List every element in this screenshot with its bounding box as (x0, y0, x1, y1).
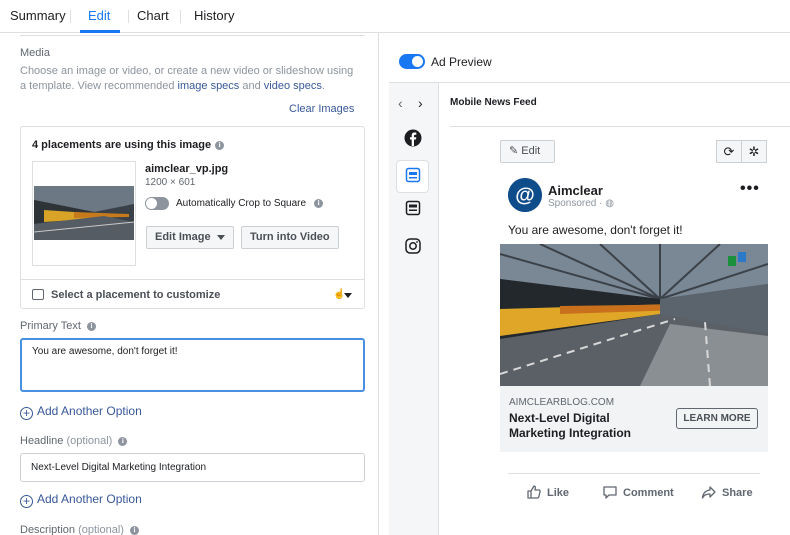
image-thumbnail-frame[interactable] (32, 161, 136, 266)
description-label-text: Description (20, 524, 76, 535)
headline-label-text: Headline (20, 435, 64, 447)
chevron-down-icon (344, 293, 352, 298)
pencil-icon: ✎ (509, 145, 519, 157)
tab-separator (128, 10, 129, 23)
comment-icon (603, 486, 617, 499)
more-options-icon[interactable]: ••• (740, 180, 760, 198)
section-divider (20, 35, 365, 36)
placement-selector[interactable]: Select a placement to customize ☝ (21, 279, 364, 309)
image-card-header-text: 4 placements are using this image (32, 139, 212, 151)
preview-divider (389, 82, 790, 83)
comment-label: Comment (623, 487, 674, 499)
image-card: 4 placements are using this image i aimcl… (20, 126, 365, 309)
turn-into-video-button[interactable]: Turn into Video (241, 226, 339, 249)
media-description: Choose an image or video, or create a ne… (20, 64, 360, 94)
tab-chart[interactable]: Chart (137, 8, 169, 23)
plus-icon: + (20, 495, 33, 508)
story-placement-icon[interactable] (405, 200, 421, 216)
sponsored-label: Sponsored · ◍ (548, 198, 614, 209)
headline-label: Headline (optional) i (20, 435, 128, 447)
headline-input[interactable]: Next-Level Digital Marketing Integration (20, 453, 365, 482)
chevron-left-icon[interactable]: ‹ (398, 95, 403, 111)
image-specs-link[interactable]: image specs (178, 80, 240, 92)
link-domain: AIMCLEARBLOG.COM (509, 397, 615, 408)
link-headline: Next-Level Digital Marketing Integration (509, 411, 632, 440)
add-another-option-button[interactable]: + Add Another Option (20, 404, 142, 420)
clear-images-link[interactable]: Clear Images (289, 103, 354, 115)
add-another-option-button[interactable]: + Add Another Option (20, 492, 142, 508)
image-card-header: 4 placements are using this image i (32, 139, 225, 151)
auto-crop-label-text: Automatically Crop to Square (176, 198, 307, 209)
link-preview[interactable]: AIMCLEARBLOG.COM Next-Level Digital Mark… (500, 386, 768, 452)
primary-text-label-text: Primary Text (20, 320, 81, 332)
bug-icon[interactable]: ✲ (741, 140, 767, 163)
tab-summary[interactable]: Summary (10, 8, 66, 23)
chevron-down-icon (216, 234, 225, 240)
active-tab-indicator (80, 30, 120, 33)
media-title: Media (20, 47, 50, 59)
media-description-and: and (239, 80, 264, 92)
placement-icon (32, 289, 44, 300)
video-specs-link[interactable]: video specs (264, 80, 322, 92)
edit-image-button[interactable]: Edit Image (146, 226, 234, 249)
add-another-option-label: Add Another Option (37, 404, 142, 418)
add-another-option-label: Add Another Option (37, 492, 142, 506)
primary-text-label: Primary Text i (20, 320, 96, 332)
tab-bar: Summary Edit Chart History (0, 0, 790, 33)
auto-crop-toggle[interactable] (145, 197, 169, 210)
share-icon (701, 486, 716, 499)
ad-preview-toggle[interactable] (399, 54, 425, 69)
plus-icon: + (20, 407, 33, 420)
ad-image[interactable] (500, 244, 768, 386)
share-button[interactable]: Share (701, 484, 753, 500)
tab-separator (180, 10, 181, 23)
preview-edit-button[interactable]: ✎ Edit (500, 140, 555, 163)
facebook-icon[interactable] (404, 129, 422, 147)
actions-divider (508, 473, 760, 474)
primary-text-input[interactable]: You are awesome, don't forget it! (20, 338, 365, 392)
feed-placement-icon (405, 167, 421, 183)
like-button[interactable]: Like (526, 484, 569, 500)
share-label: Share (722, 487, 753, 499)
image-dimensions: 1200 × 601 (145, 177, 196, 188)
placement-selector-label: Select a placement to customize (51, 289, 221, 301)
instagram-icon[interactable] (405, 238, 421, 254)
auto-crop-label: Automatically Crop to Square i (176, 198, 324, 209)
refresh-icon[interactable]: ⟳ (716, 140, 742, 163)
chevron-right-icon[interactable]: › (418, 95, 423, 111)
panel-divider (378, 33, 379, 535)
image-file-name: aimclear_vp.jpg (145, 163, 229, 175)
tab-edit[interactable]: Edit (88, 8, 110, 23)
placement-name: Mobile News Feed (450, 97, 537, 108)
like-label: Like (547, 487, 570, 499)
optional-tag: (optional) (66, 435, 113, 447)
info-icon[interactable]: i (215, 140, 225, 150)
tab-history[interactable]: History (194, 8, 234, 23)
preview-edit-button-label: Edit (521, 145, 541, 157)
optional-tag: (optional) (78, 524, 124, 535)
avatar: @ (508, 178, 542, 212)
placement-divider (450, 126, 790, 127)
like-icon (527, 485, 541, 499)
post-text: You are awesome, don't forget it! (508, 223, 683, 237)
platform-rail (389, 83, 439, 535)
learn-more-button[interactable]: LEARN MORE (676, 408, 758, 429)
image-thumbnail (34, 186, 134, 240)
info-icon[interactable]: i (86, 321, 96, 331)
ad-preview-label: Ad Preview (431, 55, 492, 69)
globe-icon: ◍ (605, 198, 614, 209)
page-name[interactable]: Aimclear (548, 183, 603, 198)
edit-image-button-label: Edit Image (155, 231, 211, 243)
info-icon[interactable]: i (129, 525, 139, 535)
info-icon[interactable]: i (314, 198, 324, 208)
description-label: Description (optional) i (20, 524, 139, 535)
media-description-period: . (321, 80, 325, 92)
sponsored-text: Sponsored · (548, 198, 603, 209)
tab-separator (70, 10, 71, 23)
svg-text:@: @ (515, 185, 535, 207)
comment-button[interactable]: Comment (602, 484, 674, 500)
info-icon[interactable]: i (118, 436, 128, 446)
